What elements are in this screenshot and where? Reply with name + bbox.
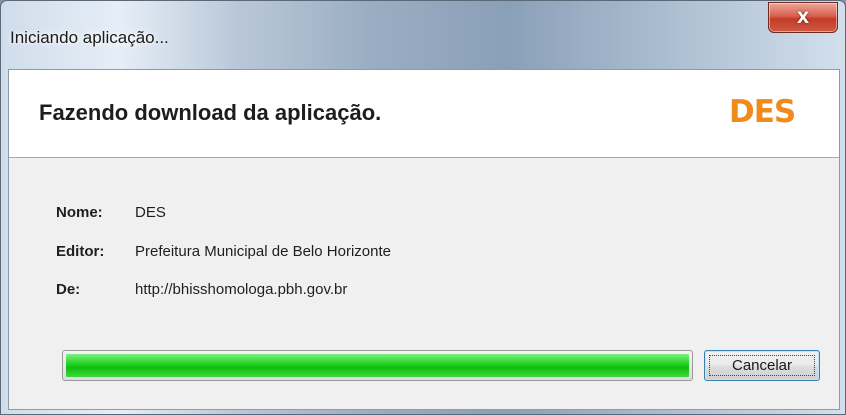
- des-logo: DES: [729, 94, 796, 130]
- name-label: Nome:: [56, 204, 103, 221]
- source-label: De:: [56, 281, 81, 298]
- download-progress-bar: [62, 350, 693, 381]
- title-bar[interactable]: Iniciando aplicação... X: [1, 1, 845, 53]
- name-value: DES: [135, 204, 166, 221]
- close-button[interactable]: X: [768, 2, 838, 33]
- dialog-header: Fazendo download da aplicação. DES: [9, 70, 839, 158]
- window-title: Iniciando aplicação...: [10, 28, 169, 47]
- progress-fill: [66, 354, 689, 377]
- cancel-button[interactable]: Cancelar: [704, 350, 820, 381]
- dialog-content: Fazendo download da aplicação. DES Nome:…: [8, 69, 840, 410]
- source-value: http://bhisshomologa.pbh.gov.br: [135, 281, 348, 298]
- dialog-window: Iniciando aplicação... X Fazendo downloa…: [0, 0, 846, 415]
- focus-rectangle: [709, 355, 815, 376]
- page-title: Fazendo download da aplicação.: [39, 100, 382, 125]
- publisher-value: Prefeitura Municipal de Belo Horizonte: [135, 243, 391, 260]
- publisher-label: Editor:: [56, 243, 105, 260]
- close-icon: X: [796, 8, 810, 27]
